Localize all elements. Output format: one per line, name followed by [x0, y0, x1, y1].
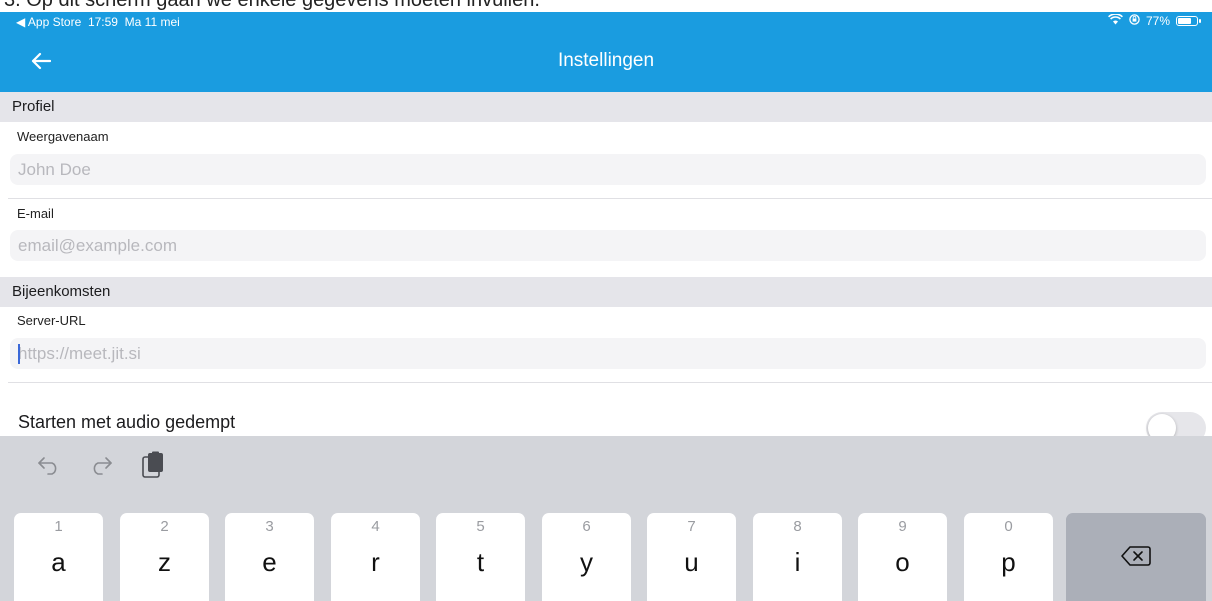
divider	[8, 382, 1212, 383]
key-letter: y	[580, 547, 593, 577]
server-url-label: Server-URL	[17, 313, 86, 328]
key-t[interactable]: 5t	[436, 513, 525, 601]
key-number-hint: 9	[898, 518, 907, 535]
status-right: 77%	[1108, 13, 1201, 28]
mute-audio-label: Starten met audio gedempt	[18, 412, 236, 432]
document-caption: 3. Op dit scherm gaan we enkele gegevens…	[0, 0, 1212, 12]
orientation-lock-icon	[1129, 14, 1140, 28]
key-letter: p	[1001, 547, 1016, 577]
paste-icon[interactable]	[138, 450, 168, 480]
wifi-icon	[1108, 13, 1123, 28]
battery-icon	[1176, 16, 1201, 26]
status-bar: ◀ App Store 17:59 Ma 11 mei 77%	[0, 12, 1212, 32]
mute-audio-row: Starten met audio gedempt	[0, 400, 1212, 444]
keyboard-shortcuts-bar	[0, 436, 1212, 500]
email-label: E-mail	[17, 206, 54, 221]
delete-key[interactable]	[1066, 513, 1206, 601]
status-left: ◀ App Store 17:59 Ma 11 mei	[16, 15, 180, 29]
section-header-profile: Profiel	[0, 92, 1212, 122]
server-url-input[interactable]	[18, 338, 1206, 370]
battery-fill	[1178, 18, 1191, 24]
key-z[interactable]: 2z	[120, 513, 209, 601]
email-field[interactable]	[10, 230, 1206, 262]
navigation-bar: Instellingen	[0, 32, 1212, 92]
key-letter: a	[51, 547, 66, 577]
divider	[8, 198, 1212, 199]
key-p[interactable]: 0p	[964, 513, 1053, 601]
key-number-hint: 0	[1004, 518, 1013, 535]
backspace-icon	[1121, 545, 1151, 572]
key-letter: z	[158, 547, 171, 577]
display-name-field[interactable]	[10, 154, 1206, 186]
key-number-hint: 3	[265, 518, 274, 535]
battery-percent: 77%	[1145, 14, 1170, 28]
caption-text: 3. Op dit scherm gaan we enkele gegevens…	[4, 0, 540, 11]
page-title: Instellingen	[557, 50, 655, 71]
on-screen-keyboard: 1a2z3e4r5t6y7u8i9o0p	[0, 436, 1212, 601]
key-number-hint: 8	[793, 518, 802, 535]
undo-icon[interactable]	[34, 450, 64, 480]
key-u[interactable]: 7u	[647, 513, 736, 601]
status-time: 17:59	[87, 15, 118, 29]
key-number-hint: 5	[476, 518, 485, 535]
key-y[interactable]: 6y	[542, 513, 631, 601]
key-letter: i	[794, 547, 801, 577]
key-letter: e	[262, 547, 277, 577]
redo-icon[interactable]	[86, 450, 116, 480]
key-i[interactable]: 8i	[753, 513, 842, 601]
key-r[interactable]: 4r	[331, 513, 420, 601]
key-letter: t	[476, 547, 485, 577]
text-caret	[18, 344, 20, 364]
key-number-hint: 6	[582, 518, 591, 535]
key-number-hint: 7	[687, 518, 696, 535]
display-name-input[interactable]	[18, 154, 1206, 186]
server-url-field[interactable]	[10, 338, 1206, 370]
display-name-label: Weergavenaam	[17, 129, 109, 144]
section-header-meetings: Bijeenkomsten	[0, 277, 1212, 307]
key-e[interactable]: 3e	[225, 513, 314, 601]
key-number-hint: 2	[160, 518, 169, 535]
key-letter: r	[371, 547, 380, 577]
key-number-hint: 4	[371, 518, 380, 535]
status-date: Ma 11 mei	[124, 15, 180, 29]
key-number-hint: 1	[54, 518, 63, 535]
key-letter: u	[684, 547, 699, 577]
email-input[interactable]	[18, 230, 1206, 262]
key-o[interactable]: 9o	[858, 513, 947, 601]
key-letter: o	[895, 547, 910, 577]
key-a[interactable]: 1a	[14, 513, 103, 601]
back-to-app-link[interactable]: ◀ App Store	[16, 15, 81, 29]
